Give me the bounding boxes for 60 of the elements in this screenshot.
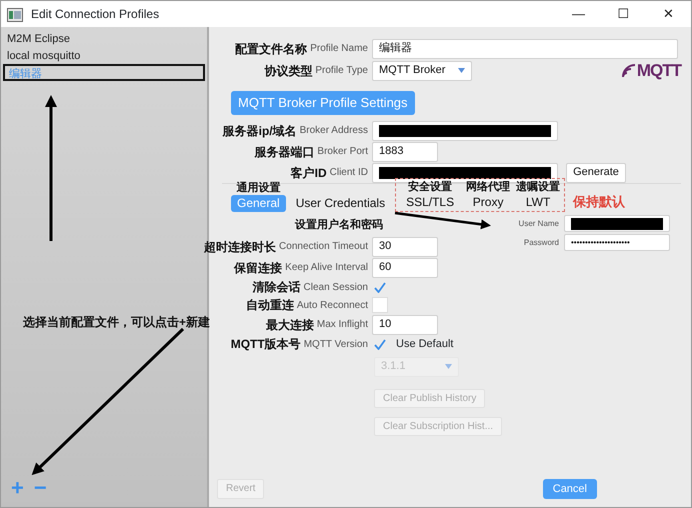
annotation-text: 清除会话 [252,279,301,296]
annotation-text: 保持默认 [573,192,626,210]
field-label: Password [522,236,559,248]
checkbox-label: Use Default [396,336,454,352]
field-label: Clean Session [304,280,368,294]
field-label: Client ID [330,166,368,180]
input-field[interactable]: 30 [372,236,438,256]
window-title: Edit Connection Profiles [31,6,160,23]
input-field[interactable]: 10 [372,314,438,334]
annotation-text: 配置文件名称 [235,40,308,58]
annotation-text: 设置用户名和密码 [295,219,383,233]
caret-icon [445,364,452,369]
section-header: MQTT Broker Profile Settings [231,91,415,114]
field-label: Max Inflight [316,318,368,332]
annotation-text: 网络代理 [466,181,510,194]
input-field[interactable]: 编辑器 [372,38,678,58]
annotation-text: 保留连接 [234,260,282,276]
input-field[interactable]: ••••••••••••••••••••• [564,234,670,251]
annotation-text: 超时连接时长 [204,238,276,256]
maximize-button[interactable]: ☐ [601,4,646,24]
dropdown[interactable]: MQTT Broker [372,60,472,80]
tab[interactable]: SSL/TLS [400,194,460,211]
field-label: MQTT Version [304,338,368,352]
field-label: Broker Port [317,145,368,159]
annotation-text: 遗嘱设置 [516,181,560,194]
field-label: Profile Name [310,42,368,56]
close-button[interactable]: ✕ [646,4,691,24]
app-icon [7,8,23,22]
minimize-button[interactable]: — [556,4,601,24]
input-field[interactable] [372,120,558,140]
caret-icon [458,68,465,73]
field-label: Auto Reconnect [296,298,368,312]
annotation-text: 通用设置 [236,182,280,195]
annotation-text: 服务器端口 [254,144,314,160]
input-field[interactable] [564,215,670,232]
field-label: Connection Timeout [279,240,368,254]
annotation-text: 自动重连 [246,297,294,314]
checkbox[interactable] [372,297,388,313]
input-field[interactable]: 60 [372,258,438,278]
annotation-text: 安全设置 [408,181,452,194]
input-field[interactable] [372,162,558,182]
dropdown-value: MQTT Broker [379,63,446,78]
field-label: Broker Address [300,124,368,138]
annotation-text: MQTT版本号 [230,336,301,353]
mqtt-logo: MQTT [620,58,681,84]
profile-item[interactable]: M2M Eclipse [1,29,207,46]
annotation-text: 最大连接 [266,316,314,334]
tab[interactable]: Proxy [466,194,510,211]
input-field[interactable]: 1883 [372,142,438,162]
annotation-text: 客户ID [290,164,327,182]
tab[interactable]: User Credentials [290,195,392,212]
generate-button[interactable]: Generate [566,162,626,182]
field-label: Keep Alive Interval [285,261,368,275]
annotation-text: 服务器ip/域名 [222,122,297,140]
tab[interactable]: LWT [520,194,556,211]
annotation-text: 选择当前配置文件，可以点击+新建 [23,314,210,331]
annotation-text: 协议类型 [264,62,312,80]
field-label: User Name [518,218,559,230]
field-label: Profile Type [315,64,368,78]
profile-item[interactable]: local mosquitto [1,46,207,63]
